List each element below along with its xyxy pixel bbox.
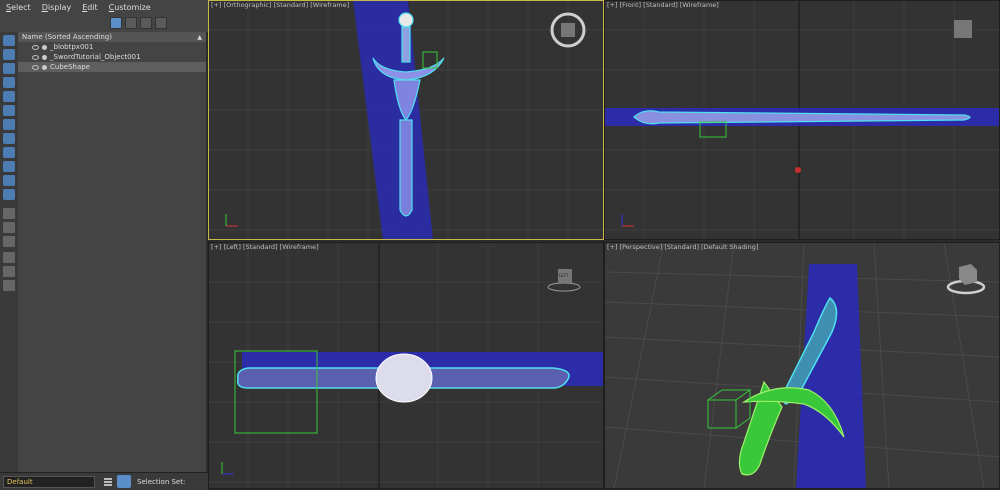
layer-icon[interactable] [3, 280, 15, 291]
display-bones-icon[interactable] [3, 147, 15, 158]
menu-bar: Select Display Edit Customize [0, 0, 208, 14]
viewport-orthographic-label[interactable]: [+] [Orthographic] [Standard] [Wireframe… [211, 1, 349, 9]
ground-plane-shape [353, 0, 433, 240]
status-bar: Default Selection Set: [0, 472, 208, 490]
display-groups-icon[interactable] [3, 119, 15, 130]
selection-set-button[interactable] [117, 475, 131, 488]
object-name: _SwordTutorial_Object001 [50, 53, 141, 61]
visibility-eye-icon[interactable] [32, 54, 39, 60]
object-icon [42, 54, 47, 60]
axis-tripod [225, 214, 238, 227]
viewport-perspective[interactable]: [+] [Perspective] [Standard] [Default Sh… [604, 242, 1000, 489]
scene-explorer-toolbar [0, 14, 208, 32]
viewport-orthographic[interactable]: [+] [Orthographic] [Standard] [Wireframe… [208, 0, 604, 240]
menu-display[interactable]: Display [36, 3, 77, 12]
toggle-hierarchy-icon[interactable] [125, 17, 137, 29]
gizmo-box [707, 389, 752, 429]
list-item[interactable]: _SwordTutorial_Object001 [18, 52, 206, 62]
display-shapes-icon[interactable] [3, 49, 15, 60]
viewport-front-label[interactable]: [+] [Front] [Standard] [Wireframe] [607, 1, 719, 9]
list-item[interactable]: CubeShape [18, 62, 206, 72]
filter-strip [0, 32, 19, 472]
menu-edit[interactable]: Edit [76, 3, 103, 12]
display-containers-icon[interactable] [3, 161, 15, 172]
viewport-left-canvas [208, 242, 604, 489]
viewport-front[interactable]: [+] [Front] [Standard] [Wireframe] [604, 0, 1000, 240]
layer-name: Default [7, 477, 33, 486]
display-spacewarps-icon[interactable] [3, 105, 15, 116]
viewport-left[interactable]: [+] [Left] [Standard] [Wireframe] LEFT [208, 242, 604, 489]
viewport-front-canvas [604, 0, 1000, 240]
viewport-perspective-label[interactable]: [+] [Perspective] [Standard] [Default Sh… [607, 243, 758, 251]
viewcube-face-label: LEFT [559, 273, 569, 278]
display-frozen-icon[interactable] [3, 175, 15, 186]
viewcube-icon[interactable] [954, 20, 972, 38]
viewcube-icon[interactable] [946, 264, 986, 295]
column-header-label: Name (Sorted Ascending) [22, 33, 112, 41]
object-name: _blobtpx001 [50, 43, 94, 51]
axis-tripod [621, 214, 634, 227]
filter-toggle-icon[interactable] [3, 266, 15, 277]
menu-select[interactable]: Select [0, 3, 36, 12]
menu-customize[interactable]: Customize [103, 3, 156, 12]
column-header[interactable]: Name (Sorted Ascending) ▲ [18, 32, 206, 42]
object-icon [42, 64, 47, 70]
scene-explorer: Name (Sorted Ascending) ▲ _blobtpx001 _S… [18, 32, 206, 472]
display-xrefs-icon[interactable] [3, 133, 15, 144]
visibility-eye-icon[interactable] [32, 64, 39, 70]
visibility-eye-icon[interactable] [32, 44, 39, 50]
display-cameras-icon[interactable] [3, 77, 15, 88]
viewport-orthographic-canvas [208, 0, 604, 240]
options-icon[interactable] [155, 17, 167, 29]
display-hidden-icon[interactable] [3, 189, 15, 200]
pivot-marker [795, 167, 801, 173]
filter-icon[interactable] [110, 17, 122, 29]
viewport-perspective-canvas [604, 242, 1000, 489]
display-lights-icon[interactable] [3, 63, 15, 74]
axis-tripod [221, 462, 234, 475]
sort-arrow-icon: ▲ [197, 33, 202, 41]
invert-display-icon[interactable] [3, 236, 15, 247]
list-item[interactable]: _blobtpx001 [18, 42, 206, 52]
selection-set-label: Selection Set: [137, 477, 186, 486]
layers-stack-icon[interactable] [103, 477, 113, 487]
display-all-icon[interactable] [3, 208, 15, 219]
display-geometry-icon[interactable] [3, 35, 15, 46]
lock-icon[interactable] [140, 17, 152, 29]
object-icon [42, 44, 47, 50]
funnel-icon[interactable] [3, 252, 15, 263]
layer-dropdown[interactable]: Default [3, 475, 95, 488]
object-name: CubeShape [50, 63, 90, 71]
hilt-wireframe [375, 353, 433, 403]
viewport-left-label[interactable]: [+] [Left] [Standard] [Wireframe] [211, 243, 319, 251]
display-helpers-icon[interactable] [3, 91, 15, 102]
display-none-icon[interactable] [3, 222, 15, 233]
